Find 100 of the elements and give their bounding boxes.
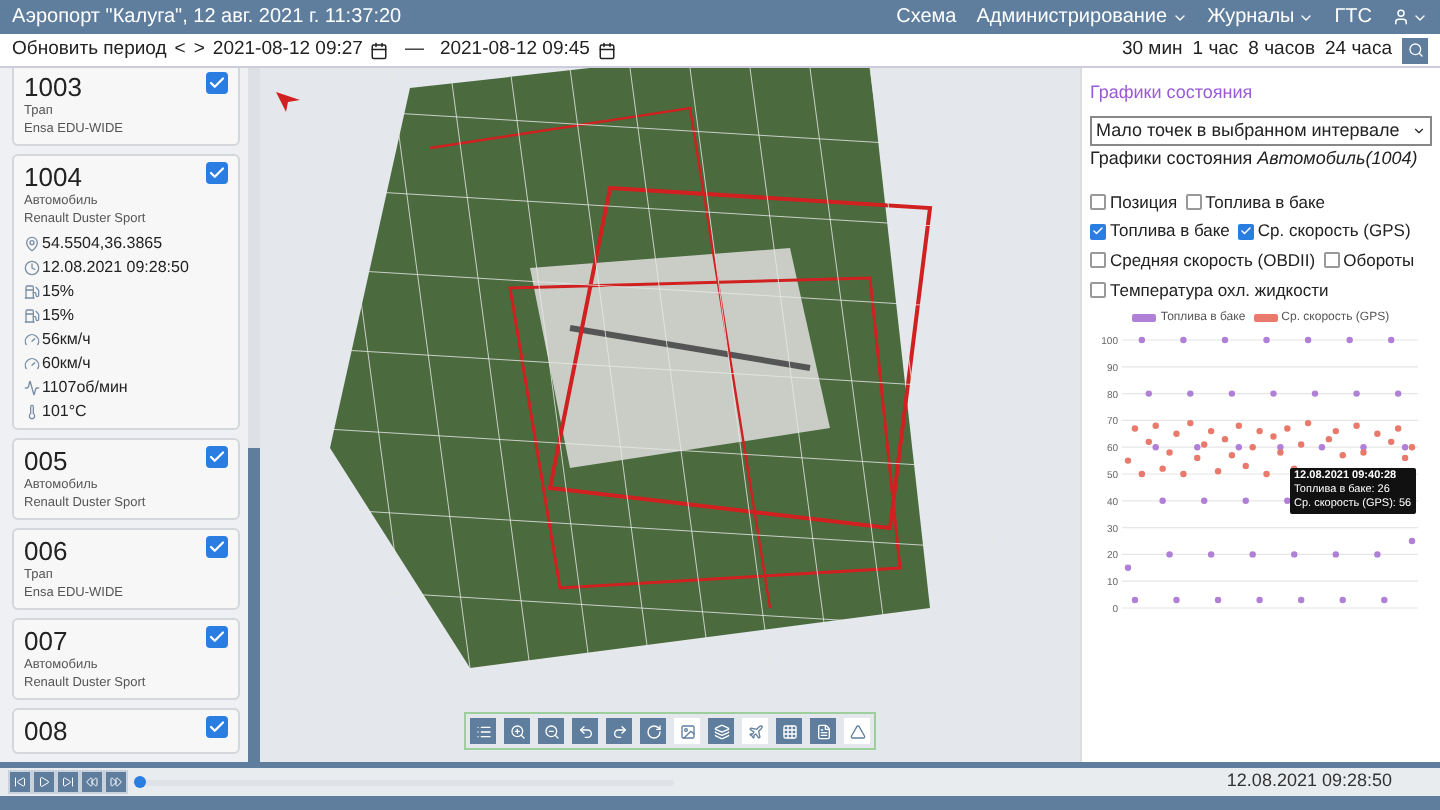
scrollbar[interactable] — [248, 68, 260, 762]
period-preset-link[interactable]: 24 часа — [1325, 35, 1392, 65]
map-tool-button[interactable] — [504, 718, 530, 744]
data-point — [1166, 448, 1173, 455]
checkbox[interactable] — [206, 162, 228, 184]
map-tool-button[interactable] — [606, 718, 632, 744]
date-separator: — — [404, 35, 424, 64]
checkbox[interactable] — [1323, 252, 1340, 269]
map-tool-button[interactable] — [470, 718, 496, 744]
vehicle-detail: 54.5504,36.3865 — [42, 232, 163, 254]
checkbox[interactable] — [1185, 193, 1202, 210]
menu-item[interactable]: Журналы — [1207, 2, 1315, 32]
data-point — [1374, 429, 1381, 436]
playback-icon — [38, 776, 50, 788]
vehicle-number: 1004 — [24, 162, 82, 192]
checkbox[interactable] — [1090, 223, 1106, 240]
speed-icon — [24, 331, 40, 347]
chart-subtitle: Графики состояния Автомобиль(1004) — [1090, 146, 1420, 172]
map-tool-button[interactable] — [572, 718, 598, 744]
search-button[interactable] — [1402, 37, 1428, 63]
period-preset-link[interactable]: 8 часов — [1248, 35, 1316, 65]
map-tool-button[interactable] — [538, 718, 564, 744]
playback-icon — [86, 776, 98, 788]
playback-button[interactable] — [58, 772, 78, 792]
chart-option[interactable]: Обороты — [1323, 248, 1415, 274]
map-tool-button[interactable] — [640, 718, 666, 744]
data-point — [1159, 496, 1166, 503]
tool-icon — [543, 723, 559, 739]
checkbox[interactable] — [1237, 223, 1254, 240]
vehicle-detail: 56км/ч — [42, 328, 91, 350]
data-point — [1311, 389, 1319, 396]
checkbox[interactable] — [206, 446, 228, 468]
checkbox[interactable] — [1090, 282, 1106, 299]
timeline-thumb[interactable] — [134, 775, 146, 787]
checkbox[interactable] — [1090, 193, 1106, 210]
caret-icon — [1412, 123, 1426, 138]
vehicle-detail: 60км/ч — [42, 352, 91, 374]
search-icon — [1407, 42, 1423, 58]
data-point — [1221, 335, 1229, 343]
map-tool-button[interactable] — [708, 718, 734, 744]
next-button[interactable]: > — [193, 35, 205, 65]
map-tool-button[interactable] — [844, 718, 870, 744]
chart-option[interactable]: Топлива в баке — [1090, 218, 1230, 244]
checkbox[interactable] — [1090, 252, 1106, 269]
tool-icon — [475, 723, 491, 739]
map-tool-button[interactable] — [810, 718, 836, 744]
data-point — [1207, 550, 1215, 557]
scrollbar-thumb[interactable] — [248, 448, 260, 762]
data-point — [1124, 563, 1132, 570]
data-point — [1131, 595, 1139, 603]
period-preset-link[interactable]: 30 мин — [1121, 35, 1183, 65]
data-point — [1256, 595, 1263, 603]
menu-item[interactable]: Схема — [896, 2, 957, 32]
checkbox[interactable] — [206, 716, 228, 738]
playback-button[interactable] — [106, 772, 126, 792]
data-point — [1304, 418, 1312, 426]
data-point — [1228, 389, 1236, 396]
checkbox[interactable] — [206, 626, 228, 648]
chart-option[interactable]: Позиция — [1090, 189, 1178, 215]
refresh-period-button[interactable]: Обновить период — [12, 35, 167, 65]
tool-icon — [713, 723, 729, 739]
data-point — [1339, 595, 1346, 603]
playback-icon — [62, 776, 74, 788]
data-point — [1270, 389, 1277, 396]
map-tool-button[interactable] — [674, 718, 700, 744]
playback-button[interactable] — [34, 772, 54, 792]
select-value: Мало точек в выбранном интервале — [1096, 117, 1400, 144]
tool-icon — [509, 723, 525, 739]
data-point — [1374, 550, 1381, 557]
playback-button[interactable] — [10, 772, 30, 792]
data-point — [1353, 421, 1360, 428]
previous-button[interactable]: < — [174, 35, 186, 65]
chart-option[interactable]: Топлива в баке — [1185, 189, 1326, 215]
menu-item[interactable]: ГТС — [1334, 2, 1372, 32]
data-point — [1388, 335, 1395, 343]
tool-icon — [849, 723, 865, 739]
map-tool-button[interactable] — [742, 718, 768, 744]
chart-select[interactable]: Мало точек в выбранном интервале — [1090, 115, 1432, 146]
menu-item[interactable]: Администрирование — [976, 2, 1188, 32]
chart-option[interactable]: Температура охл. жидкости — [1090, 277, 1329, 303]
data-point — [1297, 595, 1305, 603]
data-point — [1166, 550, 1173, 557]
chart-option[interactable]: Ср. скорость (GPS) — [1237, 218, 1411, 244]
vehicle-card[interactable]: 008 — [12, 708, 240, 754]
map-tool-button[interactable] — [776, 718, 802, 744]
chart-option[interactable]: Средняя скорость (OBDII) — [1090, 248, 1316, 274]
calendar-icon[interactable] — [597, 41, 616, 59]
checkbox[interactable] — [206, 536, 228, 558]
checkbox[interactable] — [206, 72, 228, 94]
period-preset-link[interactable]: 1 час — [1192, 35, 1239, 65]
playback-icon — [110, 776, 122, 788]
date-to-field[interactable]: 2021-08-12 09:45 — [439, 35, 590, 65]
data-point — [1291, 550, 1298, 557]
data-point — [1242, 461, 1249, 469]
date-from-field[interactable]: 2021-08-12 09:27 — [212, 35, 363, 65]
calendar-icon[interactable] — [370, 41, 389, 59]
vehicle-detail: 101°C — [42, 400, 87, 422]
playback-button[interactable] — [82, 772, 102, 792]
user-menu-button[interactable] — [1392, 8, 1428, 26]
panel-title: Графики состояния — [1090, 80, 1255, 106]
